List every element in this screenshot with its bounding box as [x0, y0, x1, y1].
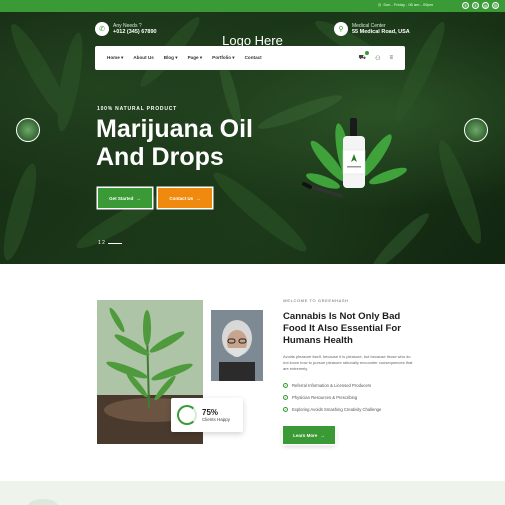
- nav-item-portfolio[interactable]: Portfolio ▾: [212, 55, 234, 61]
- list-item: ✓ Physician Resources & Prescribing: [283, 395, 358, 400]
- nav-item-page[interactable]: Page ▾: [188, 55, 203, 61]
- nav-item-contact[interactable]: Contact: [245, 55, 262, 61]
- check-icon: ✓: [283, 383, 288, 388]
- slider-pagination[interactable]: 1 2: [98, 240, 122, 246]
- instagram-icon[interactable]: ◎: [492, 2, 499, 9]
- section-subtitle: WELCOME TO GREENHASH: [283, 298, 349, 303]
- learn-more-button[interactable]: Learn More →: [283, 426, 335, 444]
- arrow-right-icon: →: [136, 195, 141, 201]
- check-icon: ✓: [283, 395, 288, 400]
- slider-prev-button[interactable]: [16, 118, 40, 142]
- nav-item-home[interactable]: Home ▾: [107, 55, 123, 61]
- section-description: Avoids pleasure itself, because it is pl…: [283, 354, 413, 371]
- user-icon[interactable]: ⚇: [375, 55, 380, 62]
- next-section-preview: [0, 481, 505, 505]
- feature-list: ✓ Referral Information & Licensed Produc…: [283, 383, 381, 412]
- check-icon: ✓: [283, 407, 288, 412]
- main-navigation: Home ▾ About Us Blog ▾ Page ▾ Portfolio …: [95, 46, 405, 70]
- nav-item-about[interactable]: About Us: [133, 55, 153, 61]
- arrow-right-icon: →: [320, 432, 325, 438]
- cbd-oil-bottle-image: [302, 118, 407, 198]
- contact-us-button[interactable]: Contact Us →: [158, 188, 212, 208]
- hero-tagline: 100% NATURAL PRODUCT: [97, 106, 177, 112]
- progress-ring: [177, 405, 197, 425]
- happy-clients-stat: 75% Clients Happy: [171, 398, 243, 432]
- location-pin-icon: ⚲: [334, 22, 348, 36]
- list-item: ✓ Referral Information & Licensed Produc…: [283, 383, 372, 388]
- twitter-icon[interactable]: t: [472, 2, 479, 9]
- about-section: [0, 264, 505, 505]
- google-icon[interactable]: g: [482, 2, 489, 9]
- facebook-icon[interactable]: f: [462, 2, 469, 9]
- section-title: Cannabis Is Not Only Bad Food It Also Es…: [283, 311, 401, 346]
- cart-icon[interactable]: ⛟: [359, 51, 370, 62]
- hero-title: Marijuana Oil And Drops: [96, 115, 253, 171]
- menu-icon[interactable]: ≡: [389, 55, 393, 61]
- hero-section: ✆ Any Needs ? +012 (345) 67890 Logo Here…: [0, 12, 505, 264]
- decorative-shape: [28, 499, 58, 505]
- social-icons: f t g ◎: [462, 2, 499, 9]
- clock-icon: ◷: [377, 2, 382, 7]
- get-started-button[interactable]: Get Started →: [98, 188, 152, 208]
- arrow-right-icon: →: [196, 195, 201, 201]
- opening-hours: ◷ Sun - Friday , 08 am - 09pm: [377, 2, 433, 7]
- nav-icons: ⛟ ⚇ ≡: [359, 51, 393, 62]
- nav-menu: Home ▾ About Us Blog ▾ Page ▾ Portfolio …: [107, 55, 262, 61]
- address-info: ⚲ Medical Center 55 Medical Road, USA: [334, 22, 410, 36]
- list-item: ✓ Exploring Avoids Smashing Creativity C…: [283, 407, 382, 412]
- doctor-portrait-image: [211, 310, 263, 381]
- nav-item-blog[interactable]: Blog ▾: [164, 55, 178, 61]
- top-bar: ◷ Sun - Friday , 08 am - 09pm f t g ◎: [0, 0, 505, 12]
- slider-next-button[interactable]: [464, 118, 488, 142]
